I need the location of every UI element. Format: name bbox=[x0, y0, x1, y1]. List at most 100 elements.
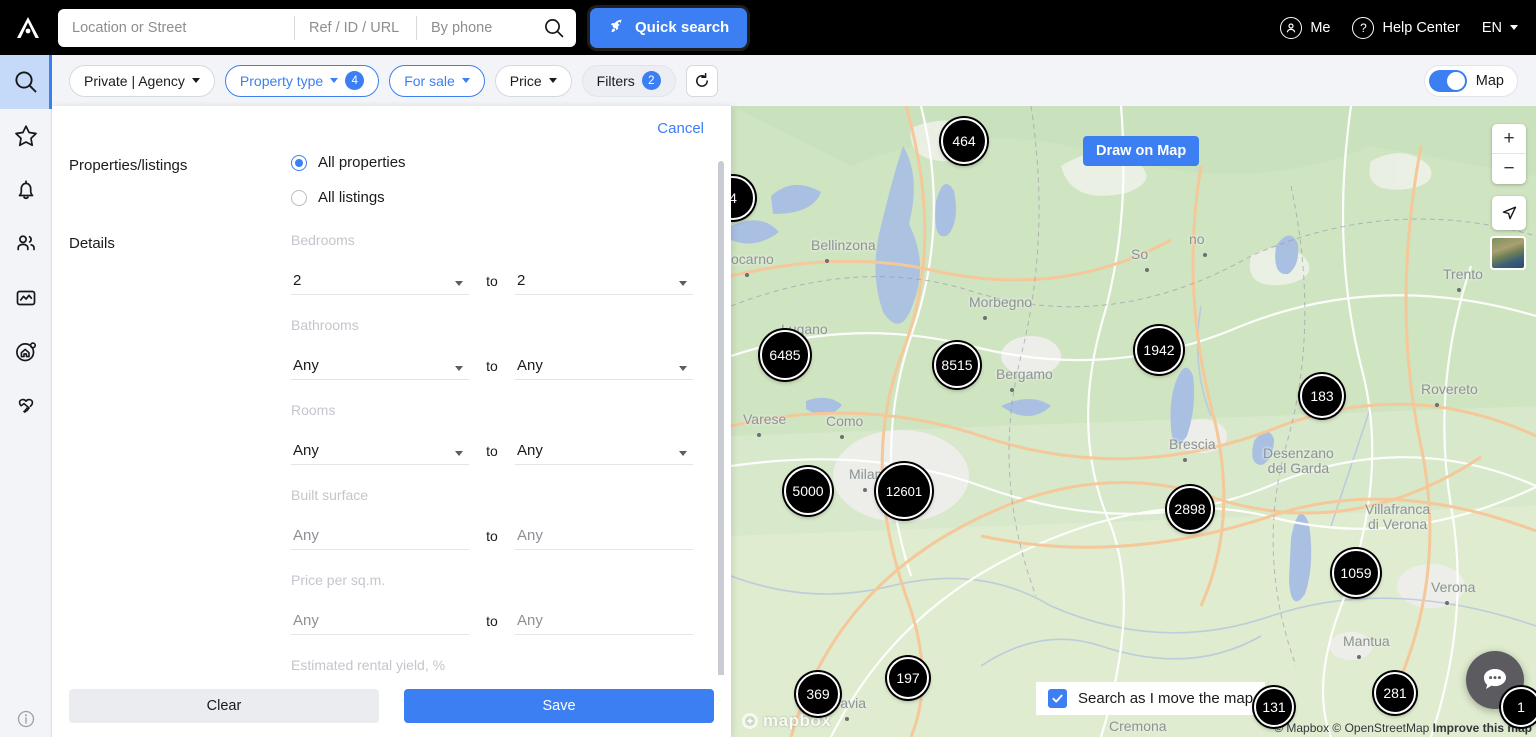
search-as-move-checkbox[interactable]: Search as I move the map bbox=[1036, 682, 1266, 715]
chip-filters[interactable]: Filters 2 bbox=[581, 64, 676, 97]
map-cluster-marker[interactable]: 197 bbox=[887, 657, 929, 699]
select-to[interactable]: 2 bbox=[515, 268, 693, 295]
map-cluster-marker[interactable]: 464 bbox=[941, 118, 987, 164]
clear-button[interactable]: Clear bbox=[69, 689, 379, 723]
select-from[interactable]: Any bbox=[291, 438, 469, 465]
field-value: Any bbox=[517, 527, 543, 544]
field-value: 2 bbox=[293, 272, 302, 289]
chip-for-sale[interactable]: For sale bbox=[389, 64, 485, 97]
panel-scrollbar[interactable] bbox=[718, 161, 724, 675]
field-group: Price per sq.m.AnytoPrice per sq.m.Any bbox=[291, 572, 693, 635]
map-place-label: Trento bbox=[1443, 266, 1483, 282]
draw-on-map-button[interactable]: Draw on Map bbox=[1083, 136, 1200, 166]
chevron-down-icon bbox=[679, 451, 687, 456]
input-from[interactable]: Any bbox=[291, 608, 469, 635]
sidebar-item-contacts[interactable] bbox=[0, 217, 52, 271]
phone-input[interactable]: By phone bbox=[416, 15, 532, 40]
map-toggle-label: Map bbox=[1475, 73, 1504, 89]
map-cluster-marker[interactable]: 369 bbox=[796, 672, 840, 716]
chip-private-agency[interactable]: Private | Agency bbox=[69, 64, 215, 97]
map-cluster-marker[interactable]: 6485 bbox=[760, 330, 810, 380]
sidebar-item-valuation[interactable] bbox=[0, 325, 52, 379]
input-to[interactable]: Any bbox=[515, 523, 693, 550]
properties-listings-options: All properties All listings bbox=[291, 154, 406, 224]
sidebar-item-favorites[interactable] bbox=[0, 109, 52, 163]
locate-button[interactable] bbox=[1492, 196, 1526, 230]
field-underline bbox=[291, 549, 469, 550]
field-value: Any bbox=[293, 442, 319, 459]
map-cluster-marker[interactable]: 131 bbox=[1254, 687, 1294, 727]
save-button[interactable]: Save bbox=[404, 689, 714, 723]
search-icon[interactable] bbox=[532, 17, 576, 39]
map-view-toggle[interactable]: Map bbox=[1423, 65, 1518, 97]
checkbox-checked-icon bbox=[1048, 689, 1067, 708]
input-from[interactable]: Any bbox=[291, 523, 469, 550]
map-place-label: Como bbox=[826, 413, 864, 429]
radio-all-properties[interactable]: All properties bbox=[291, 154, 406, 171]
map-place-dot bbox=[745, 273, 749, 277]
filters-scroll-area[interactable]: Cancel Properties/listings All propertie… bbox=[52, 106, 731, 675]
sidebar-item-alerts[interactable] bbox=[0, 163, 52, 217]
select-to[interactable]: Any bbox=[515, 438, 693, 465]
field-underline bbox=[291, 379, 469, 380]
top-right-actions: Me ? Help Center EN bbox=[1280, 16, 1536, 39]
input-to[interactable]: Any bbox=[515, 608, 693, 635]
field-value: Any bbox=[517, 442, 543, 459]
satellite-view-button[interactable] bbox=[1490, 236, 1526, 270]
map-cluster-marker[interactable]: 2898 bbox=[1167, 486, 1213, 532]
field-value: Any bbox=[293, 612, 319, 629]
chip-property-type[interactable]: Property type 4 bbox=[224, 64, 380, 97]
toggle-switch[interactable] bbox=[1428, 70, 1467, 92]
range-to-wrapper: Bedrooms2 bbox=[515, 250, 693, 295]
map-cluster-marker[interactable]: 8515 bbox=[934, 342, 980, 388]
field-group: Bedrooms2toBedrooms2 bbox=[291, 232, 693, 295]
map-canvas[interactable]: Draw on Map + − Search as I move the map… bbox=[731, 106, 1536, 737]
map-cluster-marker[interactable]: 183 bbox=[1300, 374, 1344, 418]
field-range: Any to Built surfaceAny bbox=[291, 505, 693, 550]
attribution-text: © Mapbox © OpenStreetMap bbox=[1274, 721, 1430, 735]
map-place-dot bbox=[1183, 458, 1187, 462]
chip-badge: 4 bbox=[345, 71, 365, 90]
help-center-button[interactable]: ? Help Center bbox=[1352, 16, 1460, 39]
zoom-out-button[interactable]: − bbox=[1492, 154, 1526, 184]
cancel-button[interactable]: Cancel bbox=[657, 120, 704, 137]
select-to[interactable]: Any bbox=[515, 353, 693, 380]
field-value: Any bbox=[517, 357, 543, 374]
info-icon[interactable] bbox=[0, 709, 52, 729]
map-cluster-marker[interactable]: 1942 bbox=[1135, 326, 1183, 374]
field-value: Any bbox=[517, 612, 543, 629]
select-from[interactable]: 2 bbox=[291, 268, 469, 295]
help-center-label: Help Center bbox=[1382, 19, 1460, 36]
quick-search-button[interactable]: Quick search bbox=[590, 7, 748, 48]
sidebar-item-deals[interactable] bbox=[0, 379, 52, 433]
radio-all-listings[interactable]: All listings bbox=[291, 189, 406, 206]
field-range: 2 to Bedrooms2 bbox=[291, 250, 693, 295]
account-label: Me bbox=[1310, 19, 1331, 36]
field-group: RoomsAnytoRoomsAny bbox=[291, 402, 693, 465]
sidebar-item-analytics[interactable] bbox=[0, 271, 52, 325]
chip-price[interactable]: Price bbox=[494, 64, 572, 97]
account-button[interactable]: Me bbox=[1280, 16, 1331, 39]
field-group: Built surfaceAnytoBuilt surfaceAny bbox=[291, 487, 693, 550]
map-cluster-marker[interactable]: 281 bbox=[1374, 672, 1416, 714]
map-place-label: Cremona bbox=[1109, 718, 1167, 734]
map-cluster-marker[interactable]: 5000 bbox=[784, 467, 832, 515]
location-input[interactable]: Location or Street bbox=[58, 16, 294, 40]
ref-input[interactable]: Ref / ID / URL bbox=[294, 15, 416, 40]
language-selector[interactable]: EN bbox=[1482, 20, 1518, 36]
field-underline bbox=[515, 634, 693, 635]
sidebar-item-search[interactable] bbox=[0, 55, 52, 109]
map-cluster-marker[interactable]: 1 bbox=[1501, 687, 1536, 727]
question-icon: ? bbox=[1352, 16, 1375, 39]
map-cluster-marker[interactable]: 1059 bbox=[1332, 549, 1380, 597]
field-value: 2 bbox=[517, 272, 526, 289]
map-cluster-marker[interactable]: 12601 bbox=[876, 463, 932, 519]
map-place-dot bbox=[845, 717, 849, 721]
select-from[interactable]: Any bbox=[291, 353, 469, 380]
reset-filters-button[interactable] bbox=[685, 64, 718, 97]
app-logo[interactable] bbox=[0, 0, 56, 55]
zoom-in-button[interactable]: + bbox=[1492, 124, 1526, 154]
chip-label: Filters bbox=[596, 72, 635, 89]
range-separator: to bbox=[486, 443, 498, 459]
range-separator: to bbox=[486, 273, 498, 289]
